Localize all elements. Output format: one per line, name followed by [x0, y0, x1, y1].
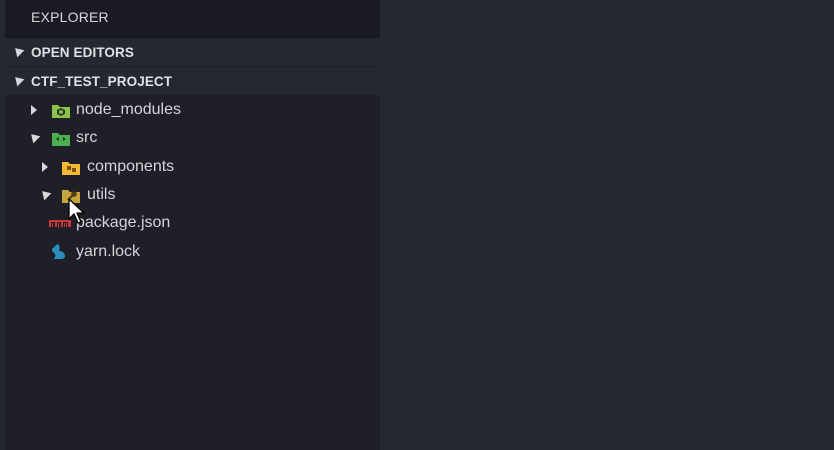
chevron-down-icon	[27, 130, 41, 144]
tree-item-utils[interactable]: utils	[5, 181, 380, 209]
tree-item-label: node_modules	[76, 101, 181, 118]
open-editors-section[interactable]: OPEN EDITORS	[5, 38, 380, 66]
tree-item-label: src	[76, 129, 98, 146]
components-folder-icon	[61, 158, 81, 176]
chevron-right-icon	[42, 162, 48, 172]
tree-item-label: utils	[87, 186, 116, 203]
tree-item-yarn-lock[interactable]: yarn.lock	[5, 238, 380, 266]
tree-item-label: components	[87, 158, 175, 175]
chevron-right-icon	[31, 105, 37, 115]
project-section[interactable]: CTF_TEST_PROJECT	[5, 67, 380, 95]
chevron-down-icon	[11, 73, 25, 87]
open-editors-label: OPEN EDITORS	[31, 45, 134, 60]
explorer-sidebar: EXPLORER OPEN EDITORS CTF_TEST_PROJECT n…	[5, 0, 380, 450]
project-label: CTF_TEST_PROJECT	[31, 74, 173, 89]
editor-area	[380, 0, 834, 450]
tree-item-components[interactable]: components	[5, 153, 380, 181]
tree-item-label: package.json	[76, 214, 171, 231]
mouse-pointer-icon	[67, 198, 89, 226]
explorer-title: EXPLORER	[31, 9, 109, 25]
explorer-header: EXPLORER	[5, 0, 380, 38]
tree-item-node-modules[interactable]: node_modules	[5, 96, 380, 124]
vscode-window: EXPLORER OPEN EDITORS CTF_TEST_PROJECT n…	[0, 0, 834, 450]
chevron-down-icon	[38, 187, 52, 201]
tree-item-src[interactable]: src	[5, 124, 380, 152]
node-modules-folder-icon	[51, 101, 71, 119]
chevron-down-icon	[11, 44, 25, 58]
tree-item-package-json[interactable]: package.json	[5, 209, 380, 237]
tree-item-label: yarn.lock	[76, 243, 141, 260]
yarn-icon	[50, 242, 70, 260]
src-folder-icon	[51, 129, 71, 147]
